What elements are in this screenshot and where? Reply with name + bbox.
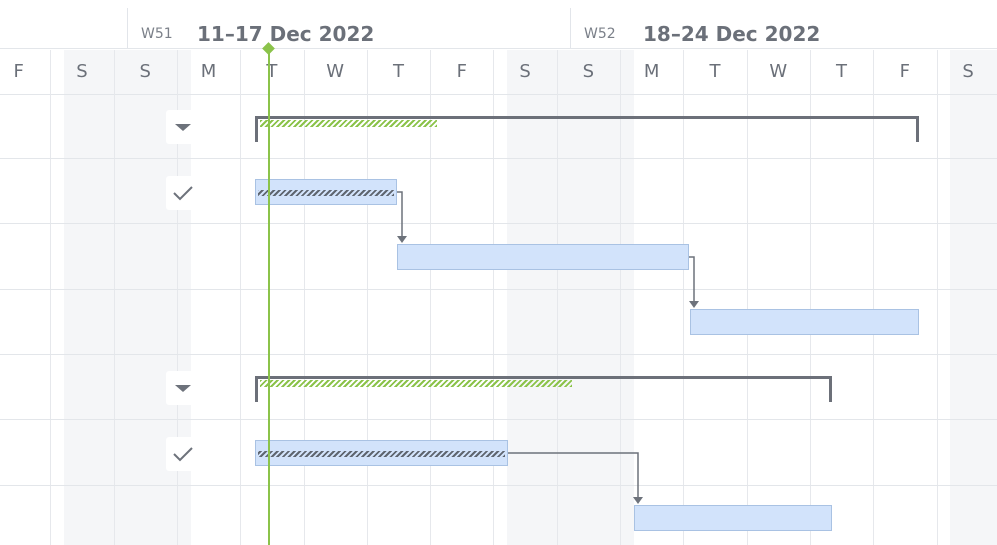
dependency-arrow [508, 452, 639, 497]
dependency-connectors [397, 191, 699, 504]
today-line [268, 46, 270, 545]
arrow-head [397, 236, 407, 243]
dependency-arrow [397, 191, 403, 236]
dependency-arrow [689, 256, 695, 301]
arrow-head [689, 301, 699, 308]
arrow-head [633, 497, 643, 504]
gantt-chart: W51 11–17 Dec 2022 W52 18–24 Dec 2022 FS… [0, 0, 997, 545]
